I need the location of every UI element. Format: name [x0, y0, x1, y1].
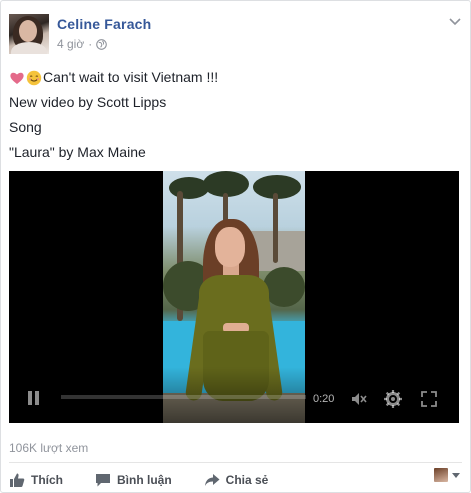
like-button[interactable]: Thích	[9, 472, 63, 488]
post-card: Celine Farach 4 giờ · Can't wait to visi…	[0, 0, 471, 493]
video-controls: 0:20	[9, 367, 459, 423]
volume-mute-icon[interactable]	[349, 389, 369, 409]
share-button[interactable]: Chia sẻ	[204, 472, 269, 488]
action-bar: Thích Bình luận Chia sẻ	[9, 467, 462, 493]
post-text: Can't wait to visit Vietnam !!! New vide…	[9, 65, 462, 165]
post-meta: 4 giờ ·	[57, 37, 108, 51]
view-count[interactable]: 106K lượt xem	[9, 441, 88, 455]
footer-divider	[9, 462, 462, 463]
post-time[interactable]: 4 giờ	[57, 37, 84, 51]
globe-icon	[96, 38, 108, 50]
heart-emoji-icon	[10, 72, 24, 84]
share-label: Chia sẻ	[225, 473, 269, 487]
share-arrow-icon	[204, 474, 220, 486]
caret-down-icon	[452, 472, 460, 478]
smile-emoji-icon	[26, 70, 42, 85]
post-as-selector[interactable]	[434, 468, 460, 482]
author-name[interactable]: Celine Farach	[57, 16, 151, 32]
video-player[interactable]: 0:20	[9, 171, 459, 423]
post-text-line-2: New video by Scott Lipps	[9, 94, 167, 110]
chevron-down-icon[interactable]	[448, 15, 462, 29]
settings-icon[interactable]	[383, 389, 403, 409]
thumbs-up-icon	[10, 473, 25, 487]
video-progress-bar[interactable]	[61, 395, 306, 399]
post-text-line-3: Song	[9, 119, 42, 135]
video-time: 0:20	[313, 393, 335, 405]
like-label: Thích	[31, 473, 63, 487]
meta-separator: ·	[88, 37, 93, 51]
post-header: Celine Farach 4 giờ ·	[9, 11, 462, 57]
author-avatar[interactable]	[9, 14, 49, 54]
post-text-line-1: Can't wait to visit Vietnam !!!	[43, 69, 219, 85]
page-avatar	[434, 468, 448, 482]
comment-button[interactable]: Bình luận	[95, 472, 172, 488]
post-text-line-4: "Laura" by Max Maine	[9, 144, 146, 160]
fullscreen-icon[interactable]	[419, 389, 439, 409]
comment-icon	[96, 474, 110, 487]
pause-icon[interactable]	[27, 391, 41, 405]
post-text-line: Can't wait to visit Vietnam !!!	[9, 65, 462, 90]
comment-label: Bình luận	[117, 473, 172, 487]
